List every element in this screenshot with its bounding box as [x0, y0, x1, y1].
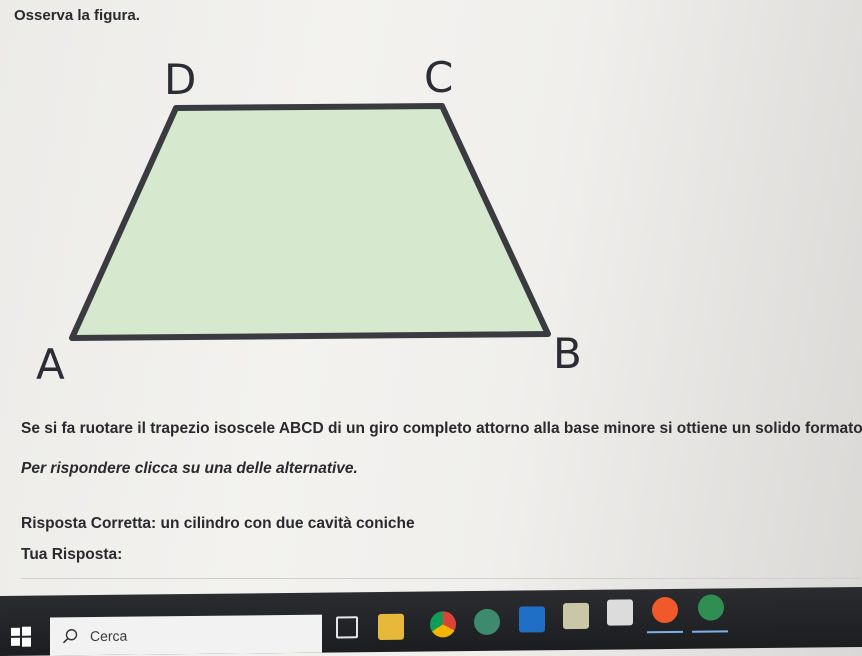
- photos-icon[interactable]: [474, 608, 500, 636]
- vertex-label-c: C: [424, 53, 453, 102]
- quiz-page: Osserva la figura. D C A B Se si fa ruot…: [0, 0, 862, 596]
- trapezoid-shape: [69, 103, 551, 341]
- taskbar-search-box[interactable]: Cerca: [50, 614, 322, 656]
- start-button[interactable]: [10, 626, 32, 648]
- search-icon: [62, 629, 78, 644]
- task-view-icon[interactable]: [336, 616, 358, 639]
- correct-answer-text: Risposta Corretta: un cilindro con due c…: [21, 515, 415, 532]
- app-orange-icon[interactable]: [652, 596, 678, 624]
- active-app-indicator: [692, 630, 728, 633]
- file-explorer-icon[interactable]: [378, 613, 404, 641]
- trapezoid-figure: D C A B: [36, 53, 582, 389]
- question-text: Se si fa ruotare il trapezio isoscele AB…: [21, 420, 862, 437]
- windows-icon: [11, 626, 31, 647]
- vertex-label-b: B: [553, 329, 582, 378]
- taskbar: Cerca: [0, 586, 862, 656]
- outlook-icon[interactable]: [519, 606, 545, 633]
- active-app-indicator: [647, 630, 683, 634]
- app-green-icon[interactable]: [698, 594, 724, 621]
- your-answer-label: Tua Risposta:: [21, 546, 123, 563]
- vertex-label-d: D: [164, 55, 196, 104]
- store-icon[interactable]: [563, 602, 589, 630]
- notes-icon[interactable]: [607, 599, 633, 626]
- vertex-label-a: A: [36, 340, 65, 389]
- instruction-text: Per rispondere clicca su una delle alter…: [21, 460, 358, 477]
- chrome-icon[interactable]: [430, 611, 456, 638]
- search-placeholder: Cerca: [90, 627, 128, 645]
